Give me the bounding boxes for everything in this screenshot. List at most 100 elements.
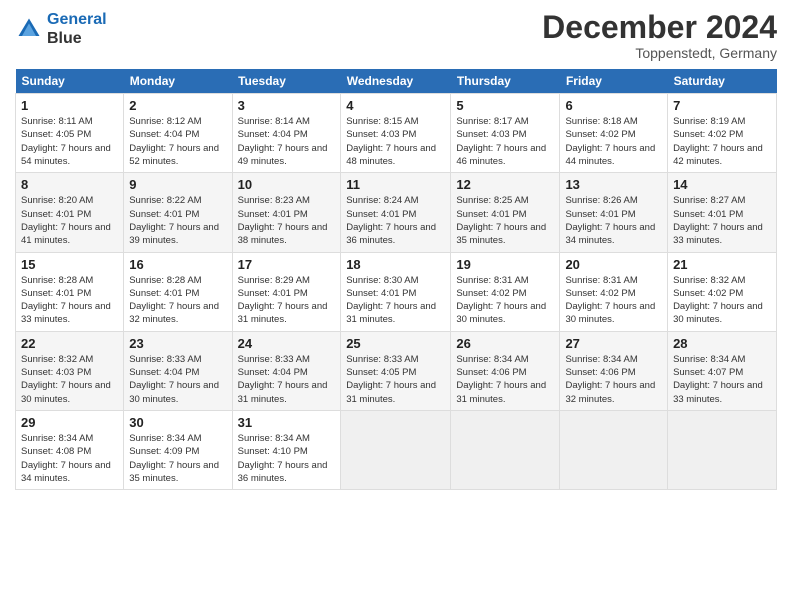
day-info: Sunrise: 8:24 AM Sunset: 4:01 PM Dayligh… bbox=[346, 194, 445, 247]
day-number: 2 bbox=[129, 98, 226, 113]
calendar-cell: 6 Sunrise: 8:18 AM Sunset: 4:02 PM Dayli… bbox=[560, 94, 668, 173]
day-number: 14 bbox=[673, 177, 771, 192]
day-info: Sunrise: 8:25 AM Sunset: 4:01 PM Dayligh… bbox=[456, 194, 554, 247]
day-header-saturday: Saturday bbox=[668, 69, 777, 94]
day-number: 5 bbox=[456, 98, 554, 113]
day-info: Sunrise: 8:22 AM Sunset: 4:01 PM Dayligh… bbox=[129, 194, 226, 247]
calendar-cell: 17 Sunrise: 8:29 AM Sunset: 4:01 PM Dayl… bbox=[232, 252, 341, 331]
day-number: 8 bbox=[21, 177, 118, 192]
calendar-cell: 20 Sunrise: 8:31 AM Sunset: 4:02 PM Dayl… bbox=[560, 252, 668, 331]
day-number: 18 bbox=[346, 257, 445, 272]
day-number: 26 bbox=[456, 336, 554, 351]
day-number: 29 bbox=[21, 415, 118, 430]
day-info: Sunrise: 8:11 AM Sunset: 4:05 PM Dayligh… bbox=[21, 115, 118, 168]
day-header-sunday: Sunday bbox=[16, 69, 124, 94]
day-number: 10 bbox=[238, 177, 336, 192]
day-number: 11 bbox=[346, 177, 445, 192]
day-info: Sunrise: 8:33 AM Sunset: 4:05 PM Dayligh… bbox=[346, 353, 445, 406]
calendar-cell: 15 Sunrise: 8:28 AM Sunset: 4:01 PM Dayl… bbox=[16, 252, 124, 331]
title-area: December 2024 Toppenstedt, Germany bbox=[542, 10, 777, 61]
calendar-cell: 3 Sunrise: 8:14 AM Sunset: 4:04 PM Dayli… bbox=[232, 94, 341, 173]
calendar-cell: 13 Sunrise: 8:26 AM Sunset: 4:01 PM Dayl… bbox=[560, 173, 668, 252]
day-number: 15 bbox=[21, 257, 118, 272]
calendar-cell: 24 Sunrise: 8:33 AM Sunset: 4:04 PM Dayl… bbox=[232, 331, 341, 410]
calendar-cell: 25 Sunrise: 8:33 AM Sunset: 4:05 PM Dayl… bbox=[341, 331, 451, 410]
calendar-cell: 7 Sunrise: 8:19 AM Sunset: 4:02 PM Dayli… bbox=[668, 94, 777, 173]
subtitle: Toppenstedt, Germany bbox=[542, 45, 777, 61]
day-info: Sunrise: 8:14 AM Sunset: 4:04 PM Dayligh… bbox=[238, 115, 336, 168]
day-number: 6 bbox=[565, 98, 662, 113]
calendar-cell: 8 Sunrise: 8:20 AM Sunset: 4:01 PM Dayli… bbox=[16, 173, 124, 252]
calendar-cell: 2 Sunrise: 8:12 AM Sunset: 4:04 PM Dayli… bbox=[124, 94, 232, 173]
logo-icon bbox=[15, 15, 43, 43]
day-info: Sunrise: 8:34 AM Sunset: 4:06 PM Dayligh… bbox=[565, 353, 662, 406]
day-info: Sunrise: 8:31 AM Sunset: 4:02 PM Dayligh… bbox=[456, 274, 554, 327]
calendar-table: SundayMondayTuesdayWednesdayThursdayFrid… bbox=[15, 69, 777, 490]
calendar-cell: 27 Sunrise: 8:34 AM Sunset: 4:06 PM Dayl… bbox=[560, 331, 668, 410]
calendar-cell: 30 Sunrise: 8:34 AM Sunset: 4:09 PM Dayl… bbox=[124, 410, 232, 489]
calendar-cell: 5 Sunrise: 8:17 AM Sunset: 4:03 PM Dayli… bbox=[451, 94, 560, 173]
day-info: Sunrise: 8:34 AM Sunset: 4:08 PM Dayligh… bbox=[21, 432, 118, 485]
day-info: Sunrise: 8:29 AM Sunset: 4:01 PM Dayligh… bbox=[238, 274, 336, 327]
day-header-monday: Monday bbox=[124, 69, 232, 94]
day-number: 27 bbox=[565, 336, 662, 351]
calendar-cell: 16 Sunrise: 8:28 AM Sunset: 4:01 PM Dayl… bbox=[124, 252, 232, 331]
day-info: Sunrise: 8:17 AM Sunset: 4:03 PM Dayligh… bbox=[456, 115, 554, 168]
day-number: 25 bbox=[346, 336, 445, 351]
day-info: Sunrise: 8:30 AM Sunset: 4:01 PM Dayligh… bbox=[346, 274, 445, 327]
day-info: Sunrise: 8:28 AM Sunset: 4:01 PM Dayligh… bbox=[21, 274, 118, 327]
calendar-cell: 10 Sunrise: 8:23 AM Sunset: 4:01 PM Dayl… bbox=[232, 173, 341, 252]
day-info: Sunrise: 8:32 AM Sunset: 4:02 PM Dayligh… bbox=[673, 274, 771, 327]
calendar-cell bbox=[560, 410, 668, 489]
calendar-week-3: 15 Sunrise: 8:28 AM Sunset: 4:01 PM Dayl… bbox=[16, 252, 777, 331]
day-number: 16 bbox=[129, 257, 226, 272]
calendar-cell: 23 Sunrise: 8:33 AM Sunset: 4:04 PM Dayl… bbox=[124, 331, 232, 410]
calendar-cell: 1 Sunrise: 8:11 AM Sunset: 4:05 PM Dayli… bbox=[16, 94, 124, 173]
day-number: 24 bbox=[238, 336, 336, 351]
calendar-cell: 14 Sunrise: 8:27 AM Sunset: 4:01 PM Dayl… bbox=[668, 173, 777, 252]
page-container: General Blue December 2024 Toppenstedt, … bbox=[0, 0, 792, 500]
day-number: 21 bbox=[673, 257, 771, 272]
day-info: Sunrise: 8:34 AM Sunset: 4:09 PM Dayligh… bbox=[129, 432, 226, 485]
day-info: Sunrise: 8:27 AM Sunset: 4:01 PM Dayligh… bbox=[673, 194, 771, 247]
calendar-cell: 12 Sunrise: 8:25 AM Sunset: 4:01 PM Dayl… bbox=[451, 173, 560, 252]
day-number: 23 bbox=[129, 336, 226, 351]
day-number: 17 bbox=[238, 257, 336, 272]
calendar-cell: 11 Sunrise: 8:24 AM Sunset: 4:01 PM Dayl… bbox=[341, 173, 451, 252]
day-number: 13 bbox=[565, 177, 662, 192]
day-info: Sunrise: 8:34 AM Sunset: 4:10 PM Dayligh… bbox=[238, 432, 336, 485]
calendar-cell: 26 Sunrise: 8:34 AM Sunset: 4:06 PM Dayl… bbox=[451, 331, 560, 410]
calendar-week-2: 8 Sunrise: 8:20 AM Sunset: 4:01 PM Dayli… bbox=[16, 173, 777, 252]
logo: General Blue bbox=[15, 10, 107, 48]
calendar-cell: 31 Sunrise: 8:34 AM Sunset: 4:10 PM Dayl… bbox=[232, 410, 341, 489]
day-info: Sunrise: 8:15 AM Sunset: 4:03 PM Dayligh… bbox=[346, 115, 445, 168]
day-number: 7 bbox=[673, 98, 771, 113]
day-header-friday: Friday bbox=[560, 69, 668, 94]
calendar-cell: 29 Sunrise: 8:34 AM Sunset: 4:08 PM Dayl… bbox=[16, 410, 124, 489]
calendar-cell bbox=[341, 410, 451, 489]
day-number: 1 bbox=[21, 98, 118, 113]
calendar-cell: 18 Sunrise: 8:30 AM Sunset: 4:01 PM Dayl… bbox=[341, 252, 451, 331]
calendar-week-1: 1 Sunrise: 8:11 AM Sunset: 4:05 PM Dayli… bbox=[16, 94, 777, 173]
day-info: Sunrise: 8:28 AM Sunset: 4:01 PM Dayligh… bbox=[129, 274, 226, 327]
day-number: 30 bbox=[129, 415, 226, 430]
day-number: 19 bbox=[456, 257, 554, 272]
main-title: December 2024 bbox=[542, 10, 777, 45]
day-header-tuesday: Tuesday bbox=[232, 69, 341, 94]
day-info: Sunrise: 8:33 AM Sunset: 4:04 PM Dayligh… bbox=[129, 353, 226, 406]
calendar-cell: 4 Sunrise: 8:15 AM Sunset: 4:03 PM Dayli… bbox=[341, 94, 451, 173]
day-info: Sunrise: 8:12 AM Sunset: 4:04 PM Dayligh… bbox=[129, 115, 226, 168]
day-header-thursday: Thursday bbox=[451, 69, 560, 94]
calendar-cell: 9 Sunrise: 8:22 AM Sunset: 4:01 PM Dayli… bbox=[124, 173, 232, 252]
day-number: 12 bbox=[456, 177, 554, 192]
day-info: Sunrise: 8:33 AM Sunset: 4:04 PM Dayligh… bbox=[238, 353, 336, 406]
day-info: Sunrise: 8:31 AM Sunset: 4:02 PM Dayligh… bbox=[565, 274, 662, 327]
calendar-header-row: SundayMondayTuesdayWednesdayThursdayFrid… bbox=[16, 69, 777, 94]
day-number: 4 bbox=[346, 98, 445, 113]
day-number: 3 bbox=[238, 98, 336, 113]
day-info: Sunrise: 8:34 AM Sunset: 4:06 PM Dayligh… bbox=[456, 353, 554, 406]
day-info: Sunrise: 8:26 AM Sunset: 4:01 PM Dayligh… bbox=[565, 194, 662, 247]
day-number: 9 bbox=[129, 177, 226, 192]
calendar-cell bbox=[668, 410, 777, 489]
calendar-week-5: 29 Sunrise: 8:34 AM Sunset: 4:08 PM Dayl… bbox=[16, 410, 777, 489]
